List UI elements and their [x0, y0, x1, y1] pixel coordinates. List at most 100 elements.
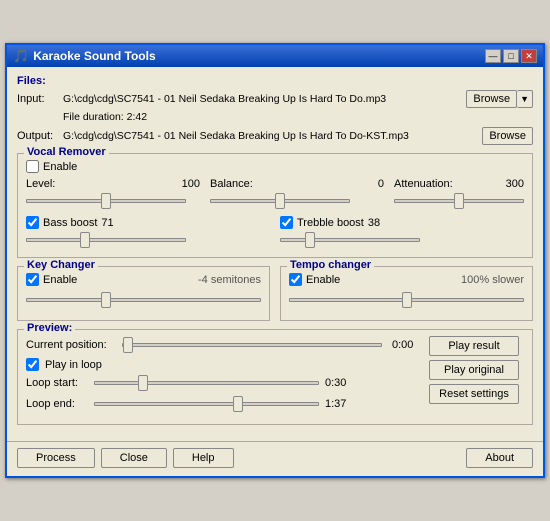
- attenuation-value: 300: [506, 178, 524, 190]
- vocal-remover-section: Vocal Remover Enable Level: 100 Balance:…: [17, 153, 533, 258]
- key-semitones-label: -4 semitones: [198, 274, 261, 286]
- process-button[interactable]: Process: [17, 448, 95, 468]
- reset-settings-button[interactable]: Reset settings: [429, 384, 519, 404]
- loop-end-row: Loop end: 1:37: [26, 395, 421, 413]
- play-in-loop-checkbox[interactable]: [26, 358, 39, 371]
- play-in-loop-row: Play in loop: [26, 358, 421, 371]
- level-value: 100: [182, 178, 200, 190]
- output-path: G:\cdg\cdg\SC7541 - 01 Neil Sedaka Break…: [63, 130, 476, 142]
- current-position-label: Current position:: [26, 339, 116, 351]
- tempo-enable-label: Enable: [306, 274, 340, 286]
- balance-value: 0: [378, 178, 384, 190]
- app-icon: 🎵: [13, 48, 29, 64]
- preview-left: Current position: 0:00 Play in loop Loop…: [26, 336, 421, 416]
- balance-slider[interactable]: [210, 192, 350, 210]
- bass-boost-item: Bass boost 71: [26, 216, 270, 249]
- vocal-enable-checkbox[interactable]: [26, 160, 39, 173]
- position-slider[interactable]: [122, 336, 382, 354]
- trebble-boost-slider[interactable]: [280, 231, 420, 249]
- trebble-boost-value: 38: [368, 217, 380, 229]
- input-row: Input: G:\cdg\cdg\SC7541 - 01 Neil Sedak…: [17, 90, 533, 108]
- help-button[interactable]: Help: [173, 448, 234, 468]
- attenuation-slider-item: Attenuation: 300: [394, 178, 524, 210]
- loop-start-label: Loop start:: [26, 377, 88, 389]
- level-label: Level:: [26, 178, 55, 190]
- tempo-speed-label: 100% slower: [461, 274, 524, 286]
- vocal-enable-label: Enable: [43, 161, 77, 173]
- output-label: Output:: [17, 130, 57, 142]
- trebble-boost-checkbox[interactable]: [280, 216, 293, 229]
- play-original-button[interactable]: Play original: [429, 360, 519, 380]
- bass-boost-value: 71: [101, 217, 113, 229]
- balance-label: Balance:: [210, 178, 253, 190]
- bass-boost-slider[interactable]: [26, 231, 186, 249]
- trebble-boost-item: Trebble boost 38: [280, 216, 524, 249]
- duration-label: File duration:: [63, 111, 124, 123]
- input-browse-arrow-button[interactable]: ▼: [517, 90, 533, 108]
- loop-start-slider[interactable]: [94, 374, 319, 392]
- level-slider[interactable]: [26, 192, 186, 210]
- key-enable-checkbox[interactable]: [26, 273, 39, 286]
- key-changer-label: Key Changer: [24, 259, 98, 271]
- tempo-enable-row: Enable 100% slower: [289, 273, 524, 286]
- balance-slider-item: Balance: 0: [210, 178, 384, 210]
- title-bar-controls: — □ ✕: [485, 49, 537, 63]
- attenuation-label: Attenuation:: [394, 178, 453, 190]
- input-browse-wrap: Browse ▼: [466, 90, 533, 108]
- window-title: Karaoke Sound Tools: [33, 49, 155, 63]
- output-browse-button[interactable]: Browse: [482, 127, 533, 145]
- main-window: 🎵 Karaoke Sound Tools — □ ✕ Files: Input…: [5, 43, 545, 478]
- title-bar: 🎵 Karaoke Sound Tools — □ ✕: [7, 45, 543, 67]
- key-changer-section: Key Changer Enable -4 semitones: [17, 266, 270, 321]
- bass-boost-label: Bass boost: [43, 217, 97, 229]
- output-row: Output: G:\cdg\cdg\SC7541 - 01 Neil Seda…: [17, 127, 533, 145]
- tempo-slider[interactable]: [289, 291, 524, 309]
- tempo-changer-section: Tempo changer Enable 100% slower: [280, 266, 533, 321]
- close-window-button[interactable]: ✕: [521, 49, 537, 63]
- play-in-loop-label: Play in loop: [45, 359, 102, 371]
- trebble-boost-check-row: Trebble boost 38: [280, 216, 524, 229]
- input-label: Input:: [17, 93, 57, 105]
- maximize-button[interactable]: □: [503, 49, 519, 63]
- vocal-remover-label: Vocal Remover: [24, 146, 109, 158]
- preview-right: Play result Play original Reset settings: [429, 336, 524, 416]
- duration-value: 2:42: [127, 111, 147, 123]
- loop-start-time: 0:30: [325, 377, 346, 389]
- preview-inner: Current position: 0:00 Play in loop Loop…: [26, 336, 524, 416]
- content-area: Files: Input: G:\cdg\cdg\SC7541 - 01 Nei…: [7, 67, 543, 441]
- preview-label: Preview:: [24, 322, 75, 334]
- boost-row: Bass boost 71 Trebble boost 38: [26, 216, 524, 249]
- loop-end-time: 1:37: [325, 398, 346, 410]
- current-time: 0:00: [392, 339, 413, 351]
- bottom-left-buttons: Process Close Help: [17, 448, 234, 468]
- vocal-sliders-row: Level: 100 Balance: 0 Attenuation: 300: [26, 178, 524, 210]
- close-button[interactable]: Close: [101, 448, 167, 468]
- key-enable-row: Enable -4 semitones: [26, 273, 261, 286]
- preview-section: Preview: Current position: 0:00 Play in …: [17, 329, 533, 425]
- about-button[interactable]: About: [466, 448, 533, 468]
- key-slider[interactable]: [26, 291, 261, 309]
- position-row: Current position: 0:00: [26, 336, 421, 354]
- input-path: G:\cdg\cdg\SC7541 - 01 Neil Sedaka Break…: [63, 93, 460, 105]
- title-bar-title: 🎵 Karaoke Sound Tools: [13, 48, 156, 64]
- level-slider-item: Level: 100: [26, 178, 200, 210]
- files-section: Files: Input: G:\cdg\cdg\SC7541 - 01 Nei…: [17, 75, 533, 145]
- minimize-button[interactable]: —: [485, 49, 501, 63]
- file-duration-row: File duration: 2:42: [63, 111, 533, 123]
- loop-end-label: Loop end:: [26, 398, 88, 410]
- tempo-enable-checkbox[interactable]: [289, 273, 302, 286]
- attenuation-slider[interactable]: [394, 192, 524, 210]
- vocal-enable-row: Enable: [26, 160, 524, 173]
- loop-start-row: Loop start: 0:30: [26, 374, 421, 392]
- bottom-bar: Process Close Help About: [7, 441, 543, 476]
- bass-boost-checkbox[interactable]: [26, 216, 39, 229]
- key-tempo-row: Key Changer Enable -4 semitones Tempo ch…: [17, 266, 533, 321]
- play-result-button[interactable]: Play result: [429, 336, 519, 356]
- tempo-changer-label: Tempo changer: [287, 259, 374, 271]
- input-browse-button[interactable]: Browse: [466, 90, 517, 108]
- bass-boost-check-row: Bass boost 71: [26, 216, 270, 229]
- files-label: Files:: [17, 75, 533, 87]
- key-enable-label: Enable: [43, 274, 77, 286]
- trebble-boost-label: Trebble boost: [297, 217, 364, 229]
- loop-end-slider[interactable]: [94, 395, 319, 413]
